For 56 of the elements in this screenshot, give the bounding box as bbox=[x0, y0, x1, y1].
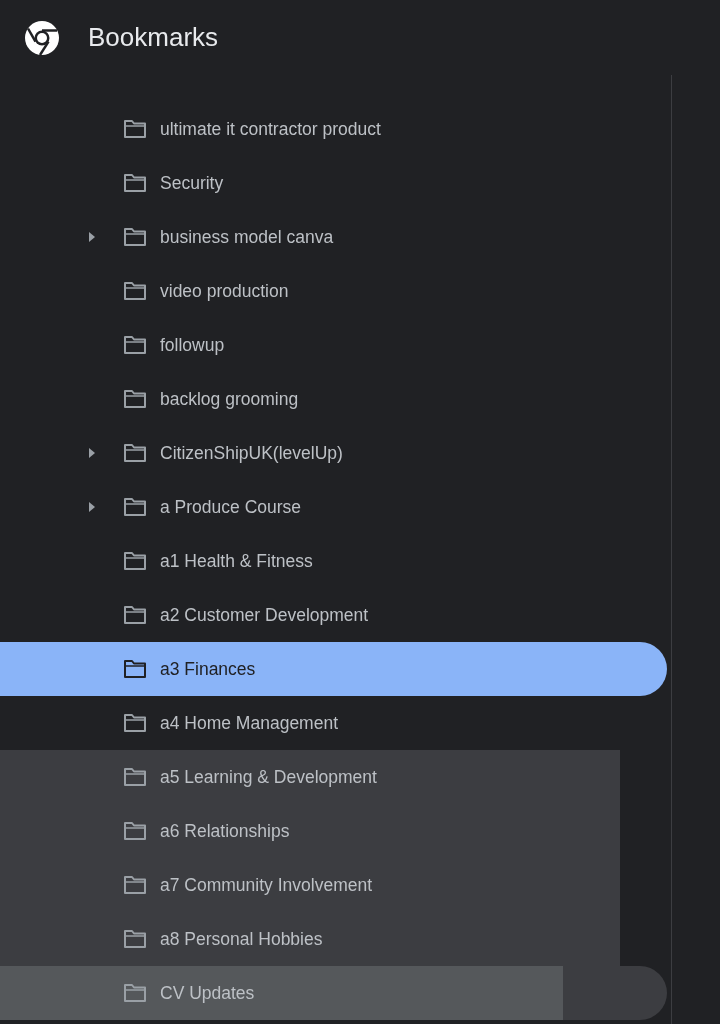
bookmark-folder-row[interactable]: CitizenShipUK(levelUp) bbox=[0, 426, 667, 480]
bookmark-folder-row[interactable]: ultimate it contractor product bbox=[0, 102, 667, 156]
bookmark-folder-row[interactable]: a2 Customer Development bbox=[0, 588, 667, 642]
bookmark-folder-row[interactable]: CV Updates bbox=[0, 966, 667, 1020]
folder-name: a1 Health & Fitness bbox=[160, 550, 313, 572]
bookmark-folder-row[interactable]: backlog grooming bbox=[0, 372, 667, 426]
folder-name: ultimate it contractor product bbox=[160, 118, 381, 140]
bookmark-folder-row[interactable]: a5 Learning & Development bbox=[0, 750, 620, 804]
bookmark-folder-row[interactable]: Security bbox=[0, 156, 667, 210]
folder-icon bbox=[123, 551, 147, 571]
folder-name: a8 Personal Hobbies bbox=[160, 928, 323, 950]
bookmark-folder-row[interactable]: a Produce Course bbox=[0, 480, 667, 534]
bookmark-folder-row[interactable]: followup bbox=[0, 318, 667, 372]
folder-name: followup bbox=[160, 334, 225, 356]
folder-icon bbox=[123, 659, 147, 679]
folder-icon bbox=[123, 227, 147, 247]
folder-name: a7 Community Involvement bbox=[160, 874, 373, 896]
expand-arrow-icon[interactable] bbox=[87, 447, 97, 459]
folder-icon bbox=[123, 281, 147, 301]
bookmark-folder-row[interactable]: a1 Health & Fitness bbox=[0, 534, 667, 588]
folder-icon bbox=[123, 875, 147, 895]
folder-name: CitizenShipUK(levelUp) bbox=[160, 442, 343, 464]
folder-name: a2 Customer Development bbox=[160, 604, 369, 626]
folder-icon bbox=[123, 929, 147, 949]
folder-name: a4 Home Management bbox=[160, 712, 339, 734]
folder-icon bbox=[123, 173, 147, 193]
bookmark-folder-row[interactable]: business model canva bbox=[0, 210, 667, 264]
bookmark-folder-row[interactable]: video production bbox=[0, 264, 667, 318]
folder-name: backlog grooming bbox=[160, 388, 299, 410]
bookmark-folder-row[interactable]: a4 Home Management bbox=[0, 696, 667, 750]
folder-icon bbox=[123, 767, 147, 787]
folder-icon bbox=[123, 335, 147, 355]
folder-name: business model canva bbox=[160, 226, 334, 248]
page-title: Bookmarks bbox=[88, 22, 219, 53]
folder-name: CV Updates bbox=[160, 982, 255, 1004]
folder-icon bbox=[123, 821, 147, 841]
folder-name: a6 Relationships bbox=[160, 820, 290, 842]
folder-icon bbox=[123, 389, 147, 409]
bookmark-folder-row[interactable]: a3 Finances bbox=[0, 642, 667, 696]
folder-icon bbox=[123, 983, 147, 1003]
folder-icon bbox=[123, 713, 147, 733]
folder-icon bbox=[123, 443, 147, 463]
folder-name: a Produce Course bbox=[160, 496, 302, 518]
bookmark-folder-row[interactable]: a7 Community Involvement bbox=[0, 858, 620, 912]
bookmark-folder-row[interactable]: a6 Relationships bbox=[0, 804, 620, 858]
expand-arrow-icon[interactable] bbox=[87, 231, 97, 243]
folder-icon bbox=[123, 119, 147, 139]
folder-name: Security bbox=[160, 172, 224, 194]
expand-arrow-icon[interactable] bbox=[87, 501, 97, 513]
folder-icon bbox=[123, 497, 147, 517]
folder-name: video production bbox=[160, 280, 289, 302]
chrome-logo-icon bbox=[25, 20, 59, 55]
folder-name: a3 Finances bbox=[160, 658, 256, 680]
bookmark-folder-row[interactable]: a8 Personal Hobbies bbox=[0, 912, 620, 966]
folder-icon bbox=[123, 605, 147, 625]
folder-name: a5 Learning & Development bbox=[160, 766, 377, 788]
